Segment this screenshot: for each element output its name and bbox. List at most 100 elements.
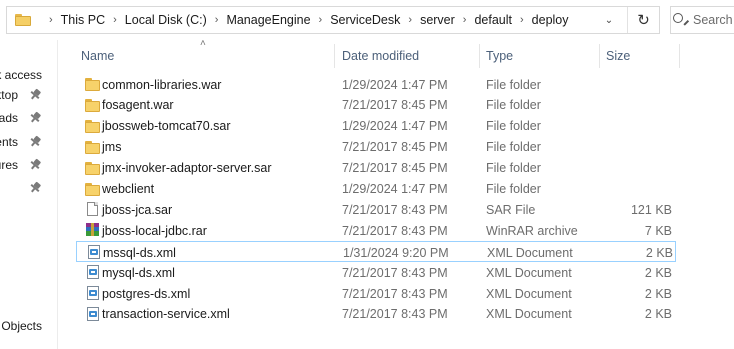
column-divider[interactable]	[479, 44, 480, 68]
nav-item[interactable]: Objects	[0, 315, 57, 337]
breadcrumb-item[interactable]: server	[420, 13, 455, 27]
nav-item-label: Documents	[0, 135, 18, 149]
nav-item[interactable]: Documents	[0, 131, 57, 153]
nav-item-label: Objects	[1, 319, 42, 333]
nav-item[interactable]: Quick access	[0, 64, 57, 86]
file-size: 121 KB	[630, 202, 672, 217]
chevron-right-icon[interactable]: ›	[520, 14, 524, 26]
nav-item-label: Quick access	[0, 68, 42, 82]
xml-file-icon	[86, 245, 102, 260]
column-header-date[interactable]: Date modified	[342, 44, 419, 68]
file-type: File folder	[486, 182, 541, 196]
breadcrumb-item[interactable]: default	[474, 13, 512, 27]
folder-icon	[85, 161, 101, 176]
file-row[interactable]: mysql-ds.xml 7/21/2017 8:43 PM XML Documen…	[76, 262, 676, 283]
file-row[interactable]: jms 7/21/2017 8:45 PM File folder	[76, 137, 676, 158]
breadcrumb: › This PC › Local Disk (C:) › ManageEngine › Se…	[41, 13, 569, 27]
file-size	[596, 116, 672, 137]
breadcrumb-item[interactable]: deploy	[532, 13, 569, 27]
column-divider[interactable]	[334, 44, 335, 68]
file-type: XML Document	[487, 245, 573, 260]
column-header-name[interactable]: Name	[81, 44, 114, 68]
file-name: jboss-local-jdbc.rar	[102, 223, 207, 238]
file-icon	[85, 202, 101, 217]
file-date-modified: 7/21/2017 8:45 PM	[342, 161, 448, 176]
breadcrumb-item[interactable]: ManageEngine	[226, 13, 310, 27]
nav-item[interactable]: Desktop	[0, 84, 57, 106]
file-name: jms	[102, 140, 122, 155]
nav-item[interactable]: Downloads	[0, 107, 57, 129]
file-type: File folder	[486, 77, 541, 92]
folder-icon	[85, 98, 101, 113]
file-row[interactable]: jbossweb-tomcat70.sar 1/29/2024 1:47 PM Fi…	[76, 116, 676, 137]
file-row[interactable]: jboss-jca.sar 7/21/2017 8:43 PM SAR File 12…	[76, 199, 676, 220]
column-header-size[interactable]: Size	[606, 44, 630, 68]
file-name: mysql-ds.xml	[102, 265, 175, 280]
file-row[interactable]: postgres-ds.xml 7/21/2017 8:43 PM XML Docu…	[76, 283, 676, 304]
file-date-modified: 1/29/2024 1:47 PM	[342, 182, 448, 196]
file-date-modified: 7/21/2017 8:43 PM	[342, 307, 448, 322]
file-size	[596, 158, 672, 179]
breadcrumb-item[interactable]: This PC	[61, 13, 105, 27]
file-row[interactable]: webclient 1/29/2024 1:47 PM File folder	[76, 179, 676, 200]
breadcrumb-item[interactable]: ServiceDesk	[330, 13, 400, 27]
chevron-right-icon[interactable]: ›	[319, 14, 323, 26]
nav-item-label: Pictures	[0, 158, 18, 172]
pin-icon	[27, 157, 42, 173]
file-row[interactable]: mssql-ds.xml 1/31/2024 9:20 PM XML Documen…	[76, 241, 676, 263]
file-size: 2 KB	[644, 265, 672, 280]
file-size: 2 KB	[645, 245, 673, 260]
file-date-modified: 7/21/2017 8:43 PM	[342, 286, 448, 301]
file-row[interactable]: common-libraries.war 1/29/2024 1:47 PM Fil…	[76, 74, 676, 95]
folder-icon	[85, 140, 101, 155]
chevron-down-icon[interactable]: ⌄	[597, 7, 621, 33]
column-divider[interactable]	[679, 44, 680, 68]
chevron-right-icon[interactable]: ›	[49, 14, 53, 26]
file-type: XML Document	[486, 286, 572, 301]
pin-icon	[27, 87, 42, 103]
chevron-right-icon[interactable]: ›	[113, 14, 117, 26]
refresh-button[interactable]: ↻	[627, 7, 659, 33]
file-name: jboss-jca.sar	[102, 202, 173, 217]
nav-item-label: Downloads	[0, 111, 18, 125]
chevron-right-icon[interactable]: ›	[408, 14, 412, 26]
file-name: common-libraries.war	[102, 77, 222, 92]
file-type: File folder	[486, 161, 541, 176]
winrar-archive-icon	[85, 223, 101, 238]
file-name: postgres-ds.xml	[102, 286, 191, 301]
breadcrumb-item[interactable]: Local Disk (C:)	[125, 13, 207, 27]
file-row[interactable]: fosagent.war 7/21/2017 8:45 PM File folder	[76, 95, 676, 116]
xml-file-icon	[85, 286, 101, 301]
file-date-modified: 1/31/2024 9:20 PM	[343, 245, 449, 260]
file-name: fosagent.war	[102, 98, 174, 113]
column-divider[interactable]	[599, 44, 600, 68]
nav-item-label: Desktop	[0, 88, 18, 102]
chevron-right-icon[interactable]: ›	[215, 14, 219, 26]
file-size: 2 KB	[644, 307, 672, 322]
file-type: File folder	[486, 140, 541, 155]
file-name: webclient	[102, 182, 155, 196]
chevron-right-icon[interactable]: ›	[463, 14, 467, 26]
folder-icon	[85, 182, 101, 197]
file-type: WinRAR archive	[486, 223, 578, 238]
pin-icon	[27, 134, 42, 150]
file-name: jmx-invoker-adaptor-server.sar	[102, 161, 272, 176]
file-row[interactable]: jboss-local-jdbc.rar 7/21/2017 8:43 PM Win…	[76, 220, 676, 241]
file-size	[596, 74, 672, 95]
file-type: XML Document	[486, 307, 572, 322]
file-date-modified: 7/21/2017 8:45 PM	[342, 140, 448, 155]
file-size	[596, 95, 672, 116]
address-bar[interactable]: › This PC › Local Disk (C:) › ManageEngine › Se…	[6, 6, 660, 34]
pin-icon	[27, 180, 42, 196]
file-type: XML Document	[486, 265, 572, 280]
nav-item[interactable]: Pictures	[0, 154, 57, 176]
column-header-type[interactable]: Type	[486, 44, 513, 68]
file-row[interactable]: transaction-service.xml 7/21/2017 8:43 PM…	[76, 304, 676, 325]
search-box[interactable]: Search deploy	[670, 6, 734, 34]
nav-item[interactable]	[0, 177, 57, 199]
folder-icon	[85, 77, 101, 92]
pin-icon	[27, 110, 42, 126]
file-date-modified: 1/29/2024 1:47 PM	[342, 119, 448, 134]
file-name: transaction-service.xml	[102, 307, 230, 322]
file-row[interactable]: jmx-invoker-adaptor-server.sar 7/21/2017 …	[76, 158, 676, 179]
